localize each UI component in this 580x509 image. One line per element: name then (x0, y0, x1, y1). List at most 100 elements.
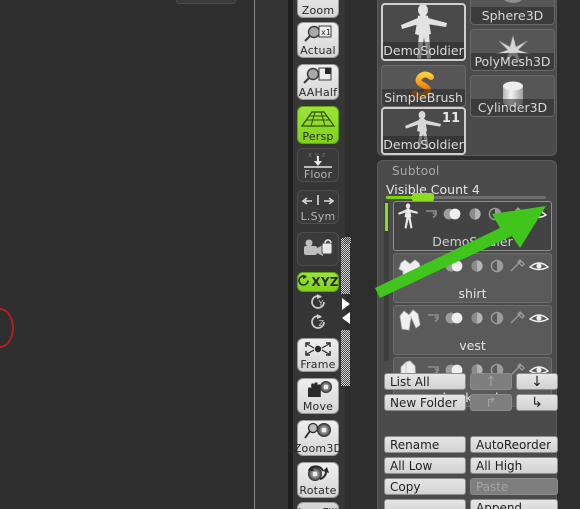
shelf-button-inc-fill[interactable]: Inc. Fill (297, 502, 339, 509)
tool-thumb-demosoldier-2[interactable]: 11 DemoSoldier (381, 107, 466, 155)
all-high-button[interactable]: All High (470, 457, 558, 474)
list-all-button[interactable]: List All (384, 373, 466, 390)
tool-thumb-label: DemoSoldier (383, 42, 464, 59)
contrast-icon[interactable] (486, 206, 504, 226)
merge-down-button[interactable]: ↳ (516, 394, 558, 411)
polypaint-icon[interactable] (426, 310, 442, 330)
auto-reorder-button[interactable]: AutoReorder (470, 436, 558, 453)
shelf-button-xyz-label: XYZ (311, 274, 339, 289)
shelf-button-frame-label: Frame (300, 358, 336, 371)
visible-count-slider[interactable] (386, 193, 546, 202)
subtool-item-name: DemoSoldier (432, 234, 513, 249)
shelf-button-rotate-y[interactable]: Y (297, 294, 339, 314)
subtool-rail[interactable] (384, 201, 389, 361)
subtool-item-vest[interactable]: vest (393, 305, 552, 355)
svg-text:x1: x1 (321, 28, 331, 37)
tool-thumb-demosoldier[interactable]: DemoSoldier (381, 3, 466, 61)
scroll-right-arrow-icon[interactable] (341, 298, 350, 310)
subtool-toggle-row (396, 307, 550, 333)
eye-half-icon[interactable] (442, 206, 464, 226)
shelf-button-floor[interactable]: x y z Floor (297, 148, 339, 182)
svg-text:Y: Y (318, 299, 324, 308)
canvas-top-tab[interactable] (176, 0, 236, 4)
red-circle-marker (0, 308, 14, 348)
subtool-item-demosoldier[interactable]: DemoSoldier (393, 201, 552, 251)
shelf-button-zoom[interactable]: Zoom (297, 0, 339, 18)
eye-half-icon[interactable] (444, 258, 466, 278)
tool-palette-panel: DemoSoldier Sphere3D SimpleBrush PolyMes… (377, 0, 557, 156)
shelf-button-aahalf[interactable]: AAHalf (297, 64, 339, 100)
tool-thumb-label: PolyMesh3D (471, 53, 554, 70)
tool-thumb-cylinder3d[interactable]: Cylinder3D (470, 75, 555, 117)
shelf-button-frame[interactable]: Frame (297, 338, 339, 372)
eye-half-icon[interactable] (444, 310, 466, 330)
brush-icon[interactable] (506, 206, 524, 226)
floor-arrow-icon: x y z (300, 149, 336, 169)
brush-icon[interactable] (508, 258, 526, 278)
blank-button[interactable] (384, 499, 466, 509)
all-low-button[interactable]: All Low (384, 457, 466, 474)
subtool-toggle-row (396, 203, 549, 229)
copy-button[interactable]: Copy (384, 478, 466, 495)
shelf-scrollbar-upper[interactable] (341, 238, 350, 294)
tool-thumb-label: Sphere3D (471, 7, 554, 24)
polypaint-icon[interactable] (426, 258, 442, 278)
shelf-button-persp[interactable]: Persp (297, 106, 339, 144)
svg-text:x y z: x y z (308, 151, 326, 159)
shirt-icon (396, 254, 424, 282)
subtool-item-name: vest (459, 338, 486, 353)
shelf-button-rotate-z[interactable]: Z (297, 314, 339, 334)
local-symmetry-icon (300, 191, 336, 211)
rename-button[interactable]: Rename (384, 436, 466, 453)
shelf-button-move[interactable]: Move (297, 378, 339, 414)
hand-move-icon (302, 379, 334, 401)
shelf-button-zoom3d[interactable]: Zoom3D (294, 420, 342, 456)
shelf-button-actual[interactable]: x1 Actual (297, 22, 339, 58)
shelf-button-camera-lock[interactable] (297, 232, 339, 266)
tool-thumb-simplebrush[interactable]: SimpleBrush (381, 65, 466, 107)
polypaint-icon[interactable] (424, 206, 440, 226)
tool-thumb-sphere3d[interactable]: Sphere3D (470, 0, 555, 25)
rotate-z-icon: Z (309, 313, 327, 335)
camera-lock-icon (300, 233, 336, 264)
merge-up-button[interactable]: ↱ (470, 394, 512, 411)
shelf-button-lsym[interactable]: L.Sym (297, 190, 339, 224)
shelf-button-rotate[interactable]: Rotate (297, 462, 339, 498)
subtool-panel-title: Subtool (392, 164, 440, 178)
eye-icon[interactable] (526, 206, 548, 226)
shelf-scroll-arrows[interactable] (340, 294, 351, 328)
tool-thumb-badge: 11 (441, 111, 460, 126)
shelf-dither-marker (344, 237, 351, 244)
subtool-panel: Subtool Visible Count 4 DemoSoldier shir… (377, 160, 558, 509)
tool-thumb-polymesh3d[interactable]: PolyMesh3D (470, 29, 555, 71)
move-down-button[interactable]: ↓ (516, 373, 558, 390)
shelf-button-zoom-label: Zoom (301, 4, 335, 17)
new-folder-button[interactable]: New Folder (384, 394, 466, 411)
shelf-button-persp-label: Persp (302, 130, 334, 143)
shelf-button-move-label: Move (302, 400, 334, 413)
left-tool-shelf: Zoom x1 Actual AAHalf Persp x y z Floor … (293, 0, 345, 509)
perspective-grid-icon (300, 107, 336, 131)
tool-thumb-label: Cylinder3D (471, 99, 554, 116)
visible-count-label: Visible Count 4 (386, 182, 480, 197)
contrast-icon[interactable] (488, 258, 506, 278)
rotate3d-icon (302, 463, 334, 485)
move-up-button[interactable]: ↑ (470, 373, 512, 390)
append-button[interactable]: Append (470, 499, 558, 509)
shade-icon[interactable] (468, 310, 486, 330)
shelf-button-xyz[interactable]: XYZ (297, 272, 339, 292)
paste-button[interactable]: Paste (470, 478, 558, 495)
contrast-icon[interactable] (488, 310, 506, 330)
subtool-item-name: shirt (458, 286, 487, 301)
eye-icon[interactable] (528, 258, 550, 278)
scroll-left-arrow-icon[interactable] (341, 312, 350, 324)
shade-icon[interactable] (466, 206, 484, 226)
brush-icon[interactable] (508, 310, 526, 330)
eye-icon[interactable] (528, 310, 550, 330)
rotate-xyz-icon (297, 274, 310, 290)
subtool-rail-highlight (385, 203, 388, 231)
subtool-item-shirt[interactable]: shirt (393, 253, 552, 303)
shade-icon[interactable] (468, 258, 486, 278)
shelf-scrollbar-lower[interactable] (341, 330, 350, 386)
document-canvas[interactable] (0, 0, 255, 509)
